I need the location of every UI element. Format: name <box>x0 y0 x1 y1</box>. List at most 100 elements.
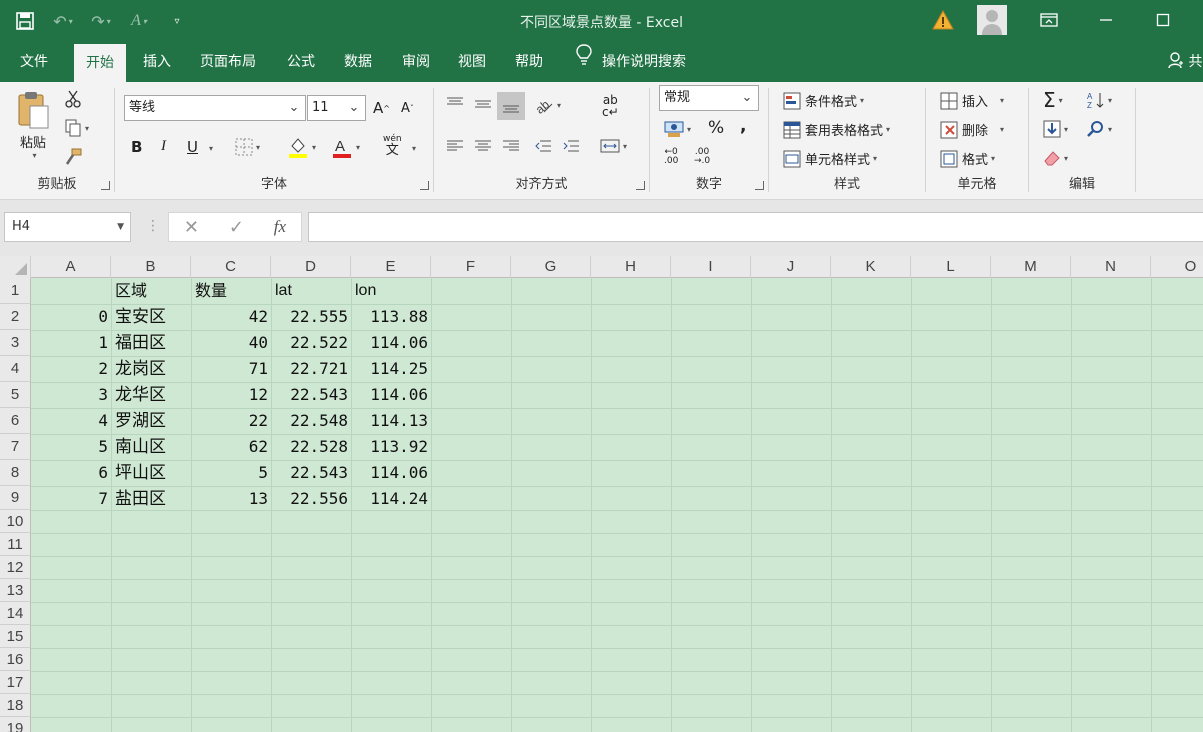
number-launcher-icon[interactable] <box>755 181 764 190</box>
column-header-k[interactable]: K <box>831 256 911 278</box>
row-header-5[interactable]: 5 <box>0 382 31 408</box>
align-right-icon[interactable] <box>502 138 520 154</box>
cell-d3[interactable]: 22.522 <box>271 330 351 356</box>
align-center-icon[interactable] <box>474 138 492 154</box>
find-select-icon[interactable]: ▾ <box>1087 120 1112 138</box>
column-header-f[interactable]: F <box>431 256 511 278</box>
font-launcher-icon[interactable] <box>420 181 429 190</box>
grow-font-icon[interactable]: A ^ <box>373 99 390 117</box>
sort-filter-icon[interactable]: A Z ▾ <box>1087 91 1112 109</box>
cell-d9[interactable]: 22.556 <box>271 486 351 512</box>
row-header-15[interactable]: 15 <box>0 625 31 648</box>
column-header-o[interactable]: O <box>1151 256 1203 278</box>
cell-c3[interactable]: 40 <box>191 330 271 356</box>
more-options-icon[interactable]: ⋮ <box>146 218 160 234</box>
tab-review[interactable]: 审阅 <box>390 42 442 82</box>
row-header-18[interactable]: 18 <box>0 694 31 717</box>
decrease-decimal-icon[interactable]: .00 →.0 <box>694 148 710 166</box>
row-header-6[interactable]: 6 <box>0 408 31 434</box>
middle-align-icon[interactable] <box>474 96 492 112</box>
cell-e9[interactable]: 114.24 <box>351 486 431 512</box>
cell-b1[interactable]: 区域 <box>111 278 191 304</box>
cell-e1[interactable]: lon <box>351 278 431 304</box>
row-header-13[interactable]: 13 <box>0 579 31 602</box>
cell-b9[interactable]: 盐田区 <box>111 486 191 512</box>
row-header-4[interactable]: 4 <box>0 356 31 382</box>
column-header-m[interactable]: M <box>991 256 1071 278</box>
ribbon-display-options-icon[interactable] <box>1038 9 1060 31</box>
cell-e8[interactable]: 114.06 <box>351 460 431 486</box>
cell-c8[interactable]: 5 <box>191 460 271 486</box>
column-header-h[interactable]: H <box>591 256 671 278</box>
cell-a4[interactable]: 2 <box>31 356 111 382</box>
bottom-align-icon[interactable] <box>497 92 525 120</box>
column-header-g[interactable]: G <box>511 256 591 278</box>
copy-icon[interactable]: ▾ <box>64 119 89 137</box>
cell-d6[interactable]: 22.548 <box>271 408 351 434</box>
column-header-e[interactable]: E <box>351 256 431 278</box>
cell-b3[interactable]: 福田区 <box>111 330 191 356</box>
increase-decimal-icon[interactable]: ←0.00 <box>664 148 678 166</box>
format-painter-icon[interactable] <box>64 148 82 166</box>
wrap-text-icon[interactable]: ab c↵ <box>602 94 619 118</box>
insert-function-icon[interactable]: fx <box>274 217 286 237</box>
format-cells-button[interactable]: 格式 ▾ <box>940 149 995 168</box>
column-header-n[interactable]: N <box>1071 256 1151 278</box>
row-header-11[interactable]: 11 <box>0 533 31 556</box>
cell-a6[interactable]: 4 <box>31 408 111 434</box>
share-button[interactable]: 共 <box>1168 42 1202 82</box>
row-header-7[interactable]: 7 <box>0 434 31 460</box>
cell-c9[interactable]: 13 <box>191 486 271 512</box>
cell-c1[interactable]: 数量 <box>191 278 271 304</box>
percent-style-button[interactable]: % <box>708 118 724 138</box>
cell-c2[interactable]: 42 <box>191 304 271 330</box>
comma-style-button[interactable]: , <box>740 116 746 136</box>
row-header-8[interactable]: 8 <box>0 460 31 486</box>
worksheet-grid[interactable]: A B C D E F G H I J K L M N O 1 2 3 4 5 … <box>0 256 1203 732</box>
cell-e6[interactable]: 114.13 <box>351 408 431 434</box>
cell-d5[interactable]: 22.543 <box>271 382 351 408</box>
cell-c4[interactable]: 71 <box>191 356 271 382</box>
column-header-b[interactable]: B <box>111 256 191 278</box>
cell-d2[interactable]: 22.555 <box>271 304 351 330</box>
underline-button[interactable]: U <box>187 138 198 156</box>
cell-styles-button[interactable]: 单元格样式 ▾ <box>783 149 877 168</box>
name-box[interactable]: H4 ▼ <box>4 212 131 242</box>
decrease-indent-icon[interactable] <box>534 138 552 154</box>
cell-d7[interactable]: 22.528 <box>271 434 351 460</box>
tab-insert[interactable]: 插入 <box>131 42 183 82</box>
cell-c5[interactable]: 12 <box>191 382 271 408</box>
cell-b6[interactable]: 罗湖区 <box>111 408 191 434</box>
font-size-box[interactable]: 11 ⌄ <box>307 95 366 121</box>
row-header-3[interactable]: 3 <box>0 330 31 356</box>
cell-c7[interactable]: 62 <box>191 434 271 460</box>
column-header-a[interactable]: A <box>31 256 111 278</box>
column-header-i[interactable]: I <box>671 256 751 278</box>
tab-view[interactable]: 视图 <box>446 42 498 82</box>
cell-e4[interactable]: 114.25 <box>351 356 431 382</box>
delete-cells-button[interactable]: 删除 ▾ <box>940 120 1004 139</box>
paste-button[interactable]: 粘贴 ▾ <box>16 90 50 160</box>
format-as-table-button[interactable]: 套用表格格式 ▾ <box>783 120 890 139</box>
cancel-icon[interactable]: ✕ <box>184 217 199 238</box>
cell-a9[interactable]: 7 <box>31 486 111 512</box>
minimize-icon[interactable] <box>1095 9 1117 31</box>
select-all-button[interactable] <box>0 256 31 278</box>
row-header-12[interactable]: 12 <box>0 556 31 579</box>
align-left-icon[interactable] <box>446 138 464 154</box>
clipboard-launcher-icon[interactable] <box>101 181 110 190</box>
column-header-c[interactable]: C <box>191 256 271 278</box>
row-header-16[interactable]: 16 <box>0 648 31 671</box>
font-color-icon[interactable]: A ▾ <box>331 136 360 158</box>
cell-a3[interactable]: 1 <box>31 330 111 356</box>
insert-cells-button[interactable]: 插入 ▾ <box>940 91 1004 110</box>
maximize-icon[interactable] <box>1152 9 1174 31</box>
tab-data[interactable]: 数据 <box>332 42 384 82</box>
top-align-icon[interactable] <box>446 96 464 112</box>
warning-icon[interactable] <box>932 9 954 34</box>
orientation-icon[interactable]: ab ▾ <box>534 96 561 114</box>
tab-page-layout[interactable]: 页面布局 <box>188 42 268 82</box>
cell-b7[interactable]: 南山区 <box>111 434 191 460</box>
autosum-icon[interactable]: Σ ▾ <box>1043 88 1063 112</box>
cell-b4[interactable]: 龙岗区 <box>111 356 191 382</box>
